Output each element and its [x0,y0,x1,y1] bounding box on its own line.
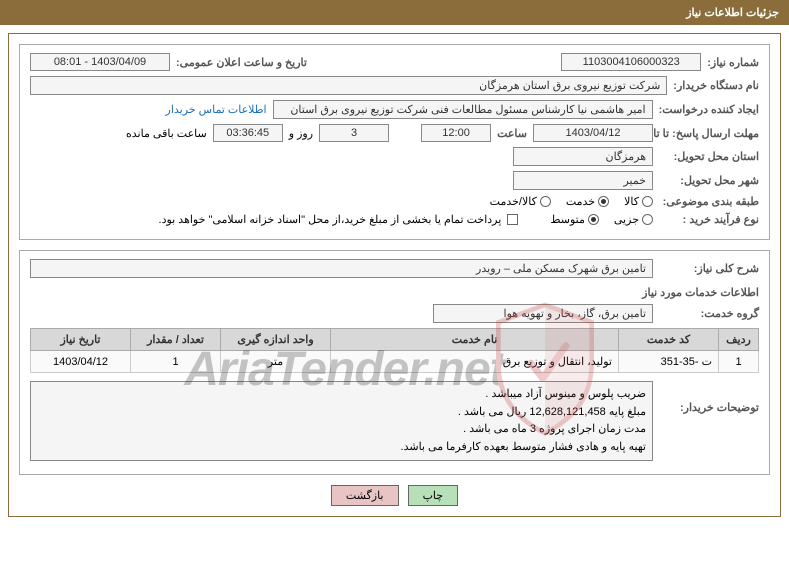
requester-value: امیر هاشمی نیا کارشناس مسئول مطالعات فنی… [273,100,653,119]
th-unit: واحد اندازه گیری [221,329,331,351]
payment-checkbox[interactable] [507,214,518,225]
cell-row: 1 [719,351,759,373]
th-date: تاریخ نیاز [31,329,131,351]
radio-minor[interactable]: جزیی [614,213,653,226]
purchase-type-label: نوع فرآیند خرید : [659,213,759,226]
radio-goods-service[interactable]: کالا/خدمت [490,195,551,208]
page-title: جزئیات اطلاعات نیاز [686,7,779,19]
summary-label: شرح کلی نیاز: [659,262,759,275]
province-value: هرمزگان [513,147,653,166]
cell-qty: 1 [131,351,221,373]
remaining-time-value: 03:36:45 [213,124,283,142]
buyer-org-label: نام دستگاه خریدار: [673,79,759,92]
cell-date: 1403/04/12 [31,351,131,373]
payment-note: پرداخت تمام یا بخشی از مبلغ خرید،از محل … [159,213,502,226]
days-count-value: 3 [319,124,389,142]
table-row: 1 ت -35-351 تولید، انتقال و توزیع برق مت… [31,351,759,373]
category-label: طبقه بندی موضوعی: [659,195,759,208]
service-group-value: تامین برق، گاز، بخار و تهویه هوا [433,304,653,323]
days-word: روز و [289,127,313,140]
desc-line1: ضریب پلوس و مینوس آزاد میباشد . [37,386,646,404]
th-name: نام خدمت [331,329,619,351]
need-section: شرح کلی نیاز: تامین برق شهرک مسکن ملی – … [19,250,770,475]
need-number-label: شماره نیاز: [707,56,759,69]
page-header: جزئیات اطلاعات نیاز [0,0,789,25]
cell-name: تولید، انتقال و توزیع برق [331,351,619,373]
city-value: خمیر [513,171,653,190]
province-label: استان محل تحویل: [659,150,759,163]
purchase-type-radio-group: جزیی متوسط [550,213,653,226]
deadline-label: مهلت ارسال پاسخ: تا تاریخ: [659,127,759,140]
desc-label: توضیحات خریدار: [659,381,759,414]
services-info-title: اطلاعات خدمات مورد نیاز [30,286,759,299]
print-button[interactable]: چاپ [408,485,459,506]
service-group-label: گروه خدمت: [659,307,759,320]
services-table: ردیف کد خدمت نام خدمت واحد اندازه گیری ت… [30,328,759,373]
desc-line3: مدت زمان اجرای پروژه 3 ماه می باشد . [37,421,646,439]
radio-medium[interactable]: متوسط [550,213,599,226]
city-label: شهر محل تحویل: [659,174,759,187]
desc-line2: مبلغ پایه 12,628,121,458 ریال می باشد . [37,404,646,422]
need-number-value: 1103004106000323 [561,53,701,71]
desc-box: ضریب پلوس و مینوس آزاد میباشد . مبلغ پای… [30,381,653,461]
cell-unit: متر [221,351,331,373]
announce-date-label: تاریخ و ساعت اعلان عمومی: [176,56,307,69]
desc-line4: تهیه پایه و هادی فشار متوسط بعهده کارفرم… [37,439,646,457]
buyer-org-value: شرکت توزیع نیروی برق استان هرمزگان [30,76,667,95]
category-radio-group: کالا خدمت کالا/خدمت [490,195,653,208]
requester-label: ایجاد کننده درخواست: [659,103,759,116]
th-qty: تعداد / مقدار [131,329,221,351]
time-label: ساعت [497,127,527,140]
back-button[interactable]: بازگشت [331,485,399,506]
deadline-time-value: 12:00 [421,124,491,142]
summary-value: تامین برق شهرک مسکن ملی – رویدر [30,259,653,278]
radio-goods[interactable]: کالا [624,195,653,208]
th-row: ردیف [719,329,759,351]
th-code: کد خدمت [619,329,719,351]
radio-service[interactable]: خدمت [566,195,609,208]
buyer-contact-link[interactable]: اطلاعات تماس خریدار [166,103,267,116]
deadline-date-value: 1403/04/12 [533,124,653,142]
main-container: AriaTender.net شماره نیاز: 1103004106000… [8,33,781,517]
remaining-label: ساعت باقی مانده [126,127,207,140]
form-section: شماره نیاز: 1103004106000323 تاریخ و ساع… [19,44,770,240]
announce-date-value: 1403/04/09 - 08:01 [30,53,170,71]
cell-code: ت -35-351 [619,351,719,373]
button-bar: چاپ بازگشت [19,485,770,506]
